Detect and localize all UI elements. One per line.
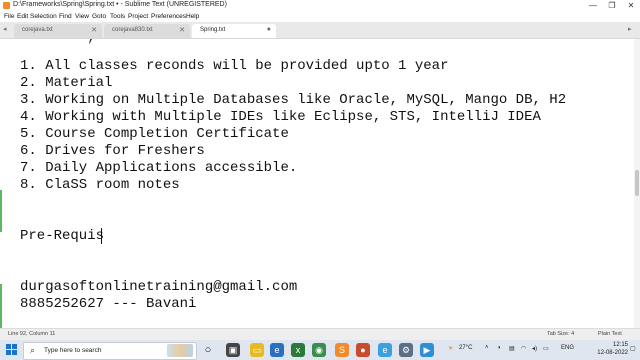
contact-phone-line: 8885252627 --- Bavani [20, 296, 197, 312]
clock-date: 12-08-2022 [597, 350, 628, 356]
code-line-partial: - , - [20, 39, 155, 47]
menu-project[interactable]: Project [128, 13, 148, 20]
tab-close-icon[interactable]: ✕ [91, 26, 97, 34]
weather-icon[interactable]: ☀ [448, 345, 453, 352]
zoom-icon[interactable]: ▶ [420, 343, 434, 357]
wifi-icon[interactable]: ◠ [521, 345, 526, 352]
code-line: 5. Course Completion Certificate [20, 126, 289, 142]
file-explorer-icon[interactable]: ▭ [250, 343, 264, 357]
menu-tools[interactable]: Tools [110, 13, 125, 20]
menu-find[interactable]: Find [59, 13, 72, 20]
recorder-icon[interactable]: ● [356, 343, 370, 357]
windows-taskbar: ⌕ Type here to search ○ ▣ ▭ e x ◉ S ● e … [0, 340, 640, 360]
search-placeholder: Type here to search [44, 347, 102, 354]
sublime-app-icon [3, 2, 10, 9]
tab-dirty-indicator-icon[interactable]: ● [267, 26, 271, 33]
edge-dev-icon[interactable]: e [378, 343, 392, 357]
taskbar-search-box[interactable]: ⌕ Type here to search [23, 342, 197, 360]
language-indicator[interactable]: ENG [561, 345, 574, 351]
clock[interactable]: 12:15 12-08-2022 [597, 341, 628, 357]
menu-bar: File Edit Selection Find View Goto Tools… [0, 11, 640, 22]
tab-label: corejava830.txt [112, 27, 153, 33]
scrollbar-thumb[interactable] [635, 170, 639, 196]
menu-goto[interactable]: Goto [92, 13, 106, 20]
tab-spring[interactable]: Spring.txt ● [192, 24, 276, 38]
search-icon: ⌕ [30, 345, 36, 355]
task-view-icon[interactable]: ▣ [226, 343, 240, 357]
menu-selection[interactable]: Selection [30, 13, 57, 20]
code-line: 8. ClaSS room notes [20, 177, 180, 193]
battery-icon[interactable]: ▭ [543, 345, 549, 352]
vertical-scrollbar[interactable] [634, 39, 640, 328]
code-line: 1. All classes reconds will be provided … [20, 58, 449, 74]
modified-lines-marker [0, 284, 2, 328]
minimize-button[interactable]: — [584, 0, 602, 11]
tray-chevron-icon[interactable]: ˄ [485, 345, 489, 351]
notifications-icon[interactable]: ▢ [630, 345, 636, 352]
tab-corejava[interactable]: corejava.txt ✕ [14, 24, 102, 38]
chrome-icon[interactable]: ◉ [312, 343, 326, 357]
tab-scroll-right-icon[interactable]: ▸ [628, 25, 632, 33]
modified-lines-marker [0, 190, 2, 232]
tab-close-icon[interactable]: ✕ [179, 26, 185, 34]
editor-area[interactable]: - , - 1. All classes reconds will be pro… [0, 39, 640, 328]
title-bar: D:\Frameworks\Spring\Spring.txt • - Subl… [0, 0, 640, 11]
tray-app-icon[interactable]: ◑ [497, 345, 501, 351]
tab-size-indicator[interactable]: Tab Size: 4 [547, 331, 574, 337]
menu-edit[interactable]: Edit [17, 13, 28, 20]
contact-email-line: durgasoftonlinetraining@gmail.com [20, 279, 298, 295]
edge-icon[interactable]: e [270, 343, 284, 357]
menu-help[interactable]: Help [186, 13, 199, 20]
tab-corejava830[interactable]: corejava830.txt ✕ [104, 24, 190, 38]
search-highlight-image [167, 344, 193, 357]
code-line: 7. Daily Applications accessible. [20, 160, 298, 176]
maximize-button[interactable]: ❐ [603, 0, 621, 11]
windows-start-icon[interactable] [6, 344, 18, 356]
weather-text[interactable]: 27°C [459, 345, 472, 351]
syntax-indicator[interactable]: Plain Text [598, 331, 622, 337]
code-line: 2. Material [20, 75, 113, 91]
menu-preferences[interactable]: Preferences [151, 13, 186, 20]
cortana-icon[interactable]: ○ [201, 343, 215, 357]
status-bar: Line 92, Column 11 Tab Size: 4 Plain Tex… [0, 328, 640, 340]
settings-icon[interactable]: ⚙ [399, 343, 413, 357]
sublime-taskbar-icon[interactable]: S [335, 343, 349, 357]
tab-label: corejava.txt [22, 27, 53, 33]
code-line: 3. Working on Multiple Databases like Or… [20, 92, 567, 108]
cursor-position[interactable]: Line 92, Column 11 [8, 331, 55, 337]
code-line: 4. Working with Multiple IDEs like Eclip… [20, 109, 541, 125]
network-icon[interactable]: ▤ [509, 345, 515, 352]
tab-bar: ◂ corejava.txt ✕ corejava830.txt ✕ Sprin… [0, 22, 640, 39]
menu-file[interactable]: File [4, 13, 14, 20]
code-line: 6. Drives for Freshers [20, 143, 205, 159]
tab-label: Spring.txt [200, 27, 226, 33]
excel-icon[interactable]: x [291, 343, 305, 357]
clock-time: 12:15 [612, 342, 628, 348]
menu-view[interactable]: View [75, 13, 89, 20]
tab-scroll-left-icon[interactable]: ◂ [3, 25, 7, 33]
volume-icon[interactable]: ◂) [532, 345, 537, 352]
text-caret [101, 228, 102, 244]
window-title: D:\Frameworks\Spring\Spring.txt • - Subl… [13, 1, 227, 8]
current-code-line: Pre-Requis [20, 228, 105, 244]
close-button[interactable]: ✕ [622, 0, 640, 11]
